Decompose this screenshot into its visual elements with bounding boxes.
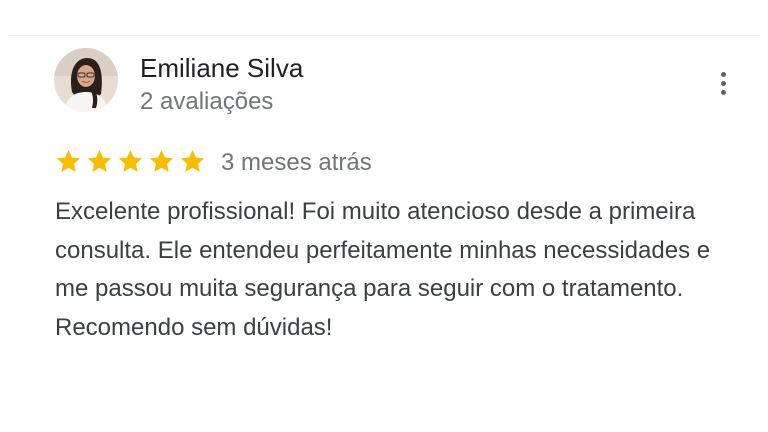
star-icon — [118, 150, 143, 172]
avatar-photo-icon — [54, 48, 118, 112]
review-card: Emiliane Silva 2 avaliações 3 meses atrá… — [0, 0, 768, 432]
review-date: 3 meses atrás — [221, 149, 372, 176]
more-vert-icon — [720, 71, 726, 77]
review-text: Excelente profissional! Foi muito atenci… — [55, 198, 711, 341]
star-icon — [87, 150, 112, 172]
more-vert-icon-dot — [720, 89, 726, 95]
reviewer-review-count: 2 avaliações — [140, 88, 274, 115]
divider — [8, 35, 760, 36]
star-icon — [56, 150, 81, 172]
reviewer-name[interactable]: Emiliane Silva — [140, 52, 303, 84]
star-icon — [180, 150, 205, 172]
more-options-button[interactable] — [708, 66, 738, 100]
star-rating — [55, 148, 206, 178]
avatar[interactable] — [54, 48, 118, 112]
star-icon — [149, 150, 174, 172]
more-vert-icon-dot — [720, 80, 726, 86]
